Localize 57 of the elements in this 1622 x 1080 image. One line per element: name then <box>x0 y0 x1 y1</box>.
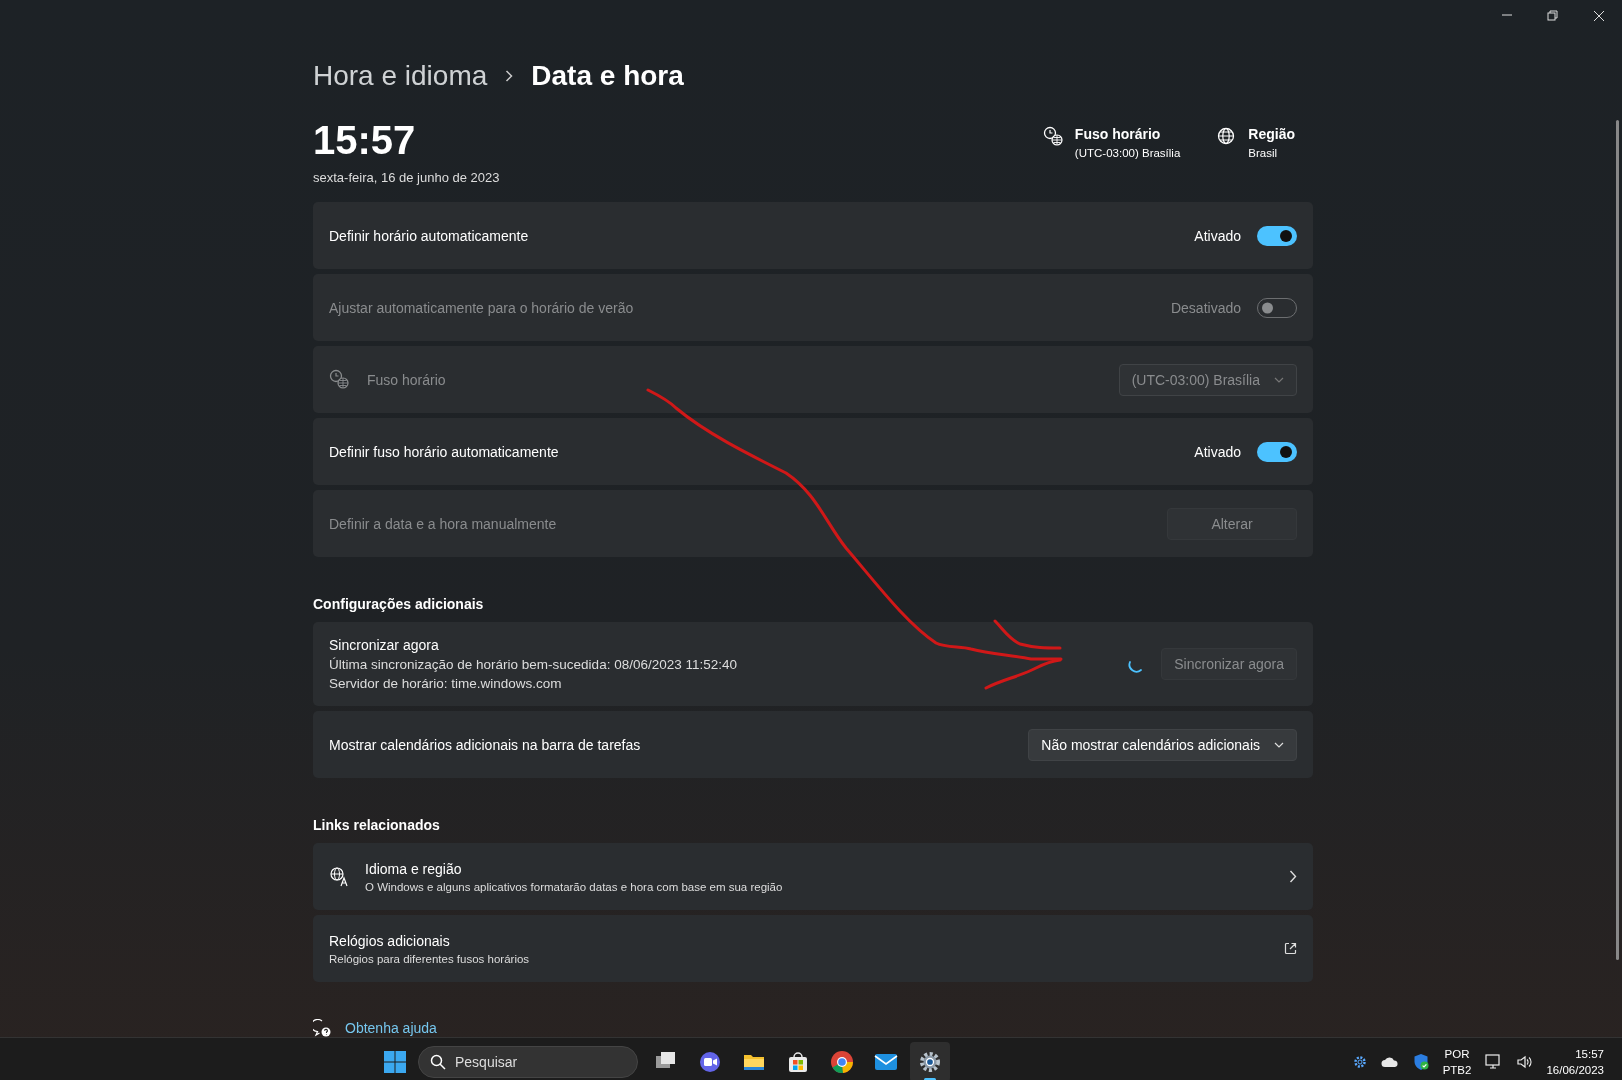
link-card[interactable]: Relógios adicionais Relógios para diferentes fusos horários <box>313 915 1313 982</box>
search-icon <box>430 1054 446 1070</box>
section-heading: Links relacionados <box>313 817 441 833</box>
setting-detail: Servidor de horário: time.windows.com <box>329 676 563 691</box>
toggle-switch[interactable] <box>1257 441 1297 462</box>
toggle-state: Ativado <box>1194 227 1241 244</box>
link-description: O Windows e alguns aplicativos formatarão datas e hora com base em sua região <box>365 880 784 893</box>
external-link-icon <box>1284 942 1297 955</box>
close-icon[interactable] <box>1593 10 1605 22</box>
scrollbar[interactable] <box>1616 120 1619 960</box>
setting-label: Definir fuso horário automaticamente <box>329 443 560 460</box>
shopping-bag-icon <box>786 1050 810 1074</box>
gear-icon[interactable] <box>1352 1055 1367 1069</box>
taskbar-clock[interactable]: 15:57 16/06/2023 <box>1546 1046 1604 1078</box>
setting-label: Definir horário automaticamente <box>329 227 530 244</box>
setting-label: Fuso horário <box>367 371 447 388</box>
cloud-icon[interactable] <box>1380 1056 1399 1068</box>
setting-label: Mostrar calendários adicionais na barra de tarefas <box>329 736 642 753</box>
chevron-right-icon <box>1289 870 1297 883</box>
toggle-state: Ativado <box>1194 443 1241 460</box>
shield-check-icon[interactable] <box>1412 1053 1429 1071</box>
video-chat-icon <box>698 1050 722 1074</box>
restore-icon[interactable] <box>1547 10 1559 22</box>
link-title: Idioma e região <box>365 860 463 877</box>
clock-time: 15:57 <box>313 117 417 164</box>
info-value: (UTC-03:00) Brasília <box>1074 147 1181 159</box>
link-title: Relógios adicionais <box>329 932 451 949</box>
taskbar-app-button[interactable] <box>910 1042 950 1080</box>
setting-label: Ajustar automaticamente para o horário de verão <box>329 299 635 316</box>
search-field[interactable]: Pesquisar <box>418 1046 638 1078</box>
monitor-icon[interactable] <box>1485 1054 1503 1070</box>
chevron-right-icon <box>505 70 514 82</box>
gear-icon <box>918 1050 942 1074</box>
setting-label: Definir a data e a hora manualmente <box>329 515 558 532</box>
clock-globe-icon <box>1042 126 1063 146</box>
setting-detail: Última sincronização de horário bem-sucedida: 08/06/2023 11:52:40 <box>329 657 738 672</box>
breadcrumb-link[interactable]: Hora e idioma <box>313 60 488 92</box>
dropdown[interactable]: Não mostrar calendários adicionais <box>1028 728 1297 761</box>
link-description: Relógios para diferentes fusos horários <box>329 952 531 965</box>
help-link[interactable]: Obtenha ajuda <box>345 1020 437 1036</box>
section-heading: Configurações adicionais <box>313 596 485 612</box>
page-title: Data e hora <box>531 60 684 92</box>
speaker-icon[interactable] <box>1516 1054 1533 1070</box>
link-card[interactable]: Idioma e região O Windows e alguns aplicativos formatarão datas e hora com base em sua região <box>313 843 1313 910</box>
info-title: Fuso horário <box>1074 126 1162 142</box>
toggle-state: Desativado <box>1170 299 1241 316</box>
toggle-switch[interactable] <box>1257 225 1297 246</box>
globe-icon <box>1216 126 1237 146</box>
info-title: Região <box>1248 126 1295 142</box>
info-value: Brasil <box>1248 147 1279 159</box>
chevron-down-icon <box>1274 376 1284 383</box>
chevron-down-icon <box>1274 741 1284 748</box>
input-language-indicator[interactable]: POR PTB2 <box>1442 1046 1472 1078</box>
tricolor-circle-icon <box>830 1050 854 1074</box>
clock-date: sexta-feira, 16 de junho de 2023 <box>313 170 500 185</box>
windows-logo-icon[interactable] <box>384 1051 406 1073</box>
setting-label: Sincronizar agora <box>329 637 440 653</box>
